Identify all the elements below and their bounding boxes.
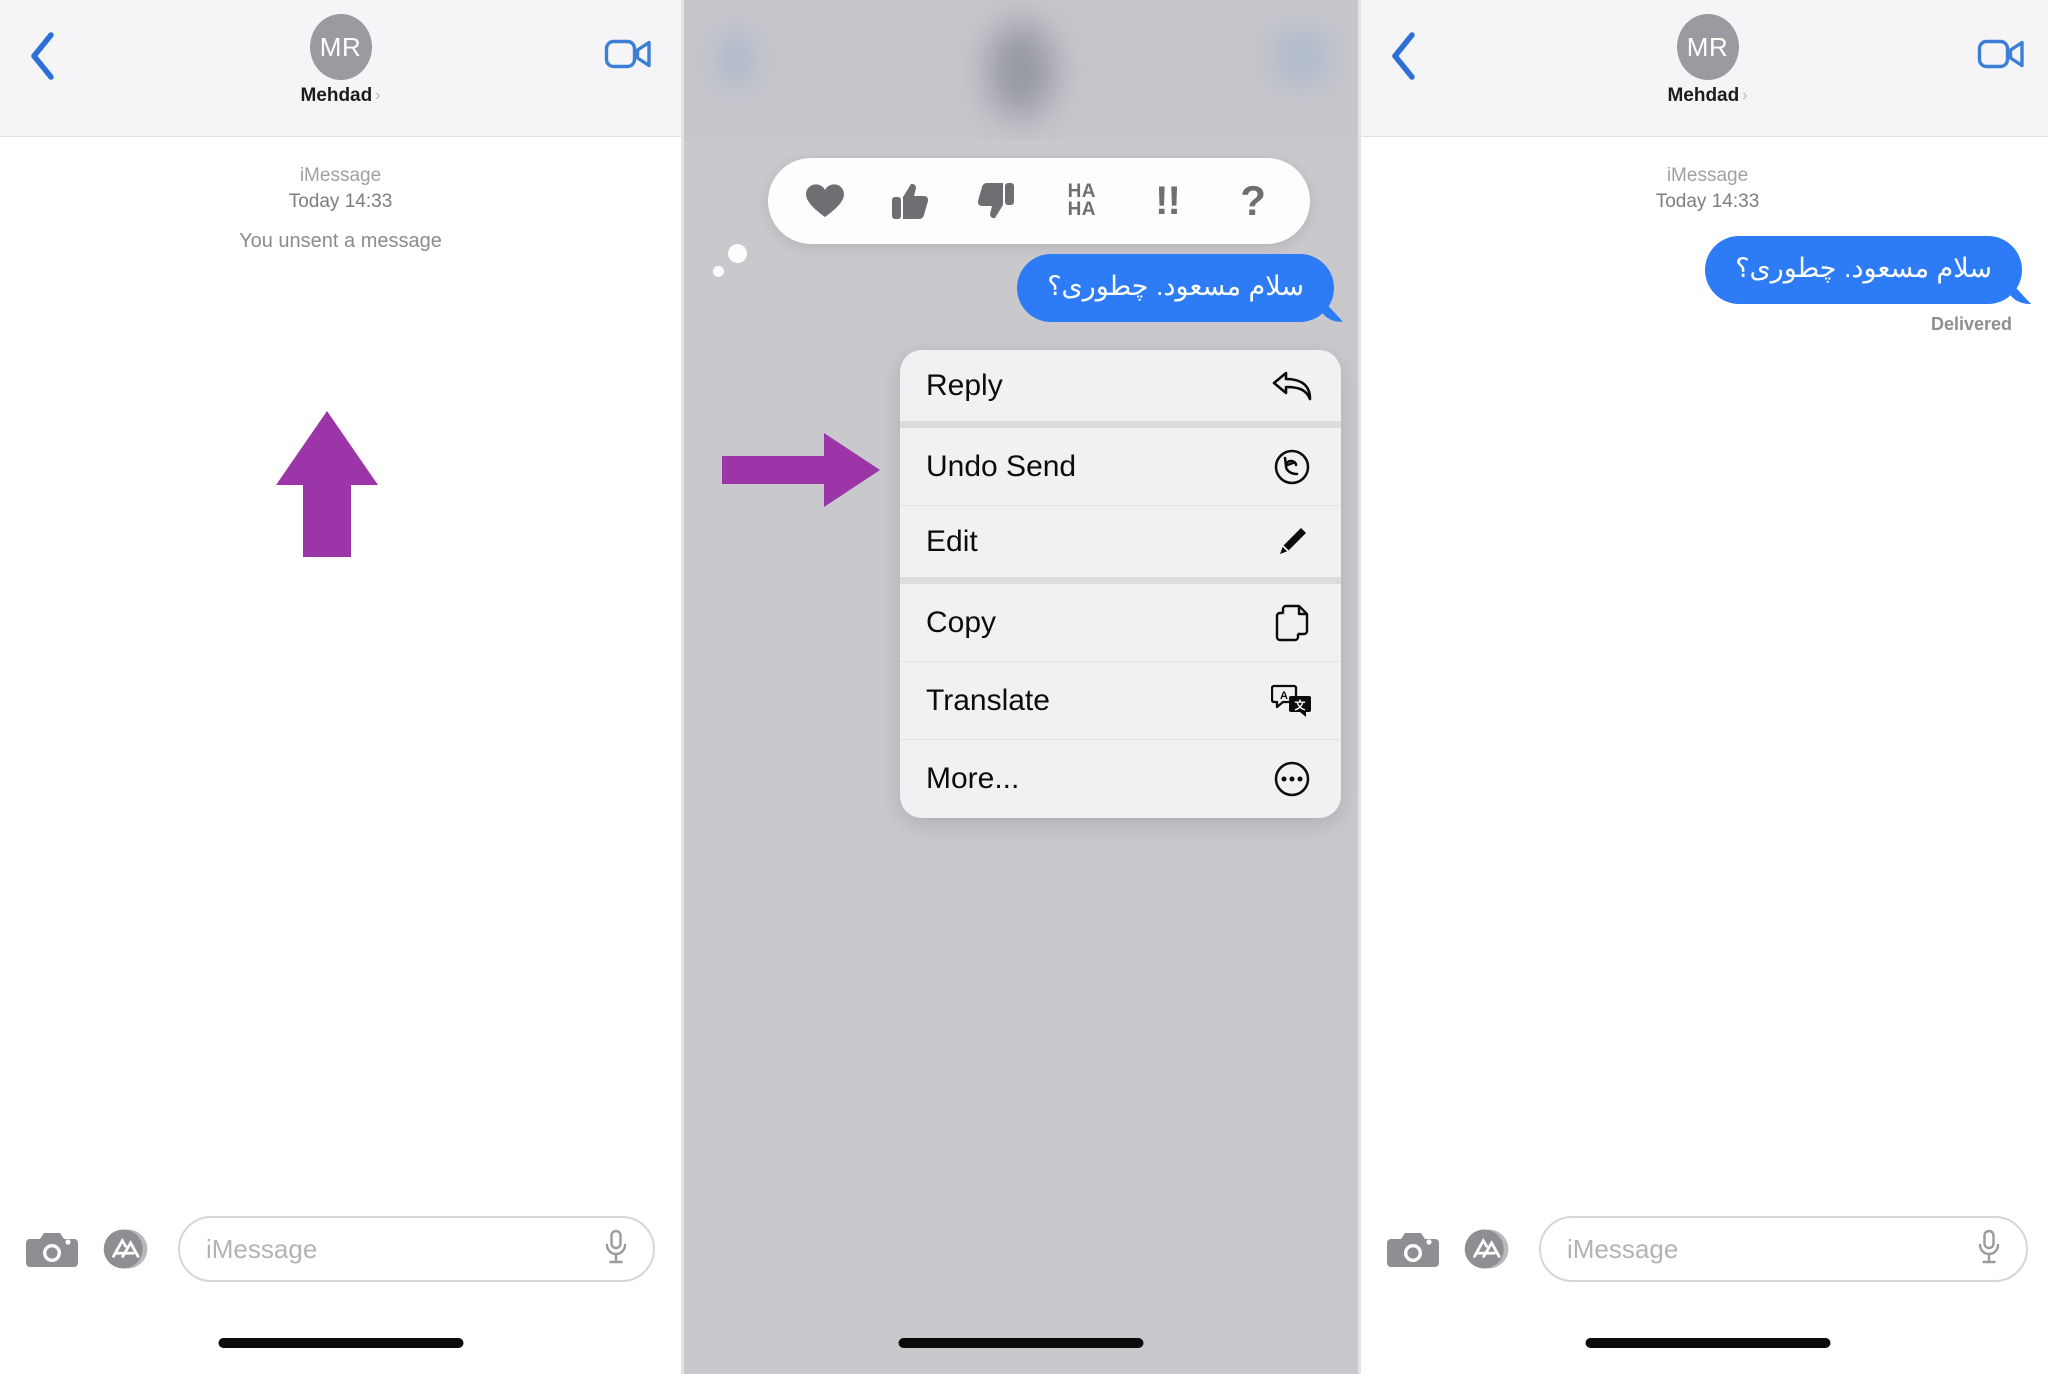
translate-icon: A 文 <box>1269 678 1315 724</box>
contact-header[interactable]: MR Mehdad › <box>0 14 681 107</box>
context-menu-item-more[interactable]: More... <box>900 740 1341 818</box>
blurred-back-button <box>716 30 756 88</box>
message-bubble[interactable]: سلام مسعود. چطوری؟ <box>1705 236 2022 305</box>
reaction-tail-dot-small <box>713 266 724 277</box>
ellipsis-circle-icon <box>1269 756 1315 802</box>
exclamation-reaction-button[interactable]: !! <box>1136 170 1198 232</box>
blurred-nav-bar <box>684 0 1358 140</box>
panel-context-menu: HA HA !! ? سلام مسعود. چطوری؟ Reply Undo… <box>684 0 1358 1374</box>
timestamp: Today 14:33 <box>288 190 393 212</box>
avatar: MR <box>309 14 372 80</box>
thumbs-down-reaction-button[interactable] <box>965 170 1027 232</box>
message-context-menu: Reply Undo Send Edit Copy Translate A 文 … <box>900 350 1341 818</box>
haha-line-2: HA <box>1067 199 1097 220</box>
contact-name-row: Mehdad › <box>300 85 380 107</box>
annotation-arrow-right <box>720 430 882 510</box>
context-menu-item-translate[interactable]: Translate A 文 <box>900 662 1341 740</box>
camera-icon[interactable] <box>1387 1223 1439 1275</box>
message-meta: iMessage Today 14:33 <box>0 163 681 214</box>
context-menu-item-edit[interactable]: Edit <box>900 506 1341 584</box>
home-indicator <box>1585 1338 1830 1348</box>
delivery-status: Delivered <box>1930 314 2012 335</box>
message-input-placeholder: iMessage <box>1567 1233 1679 1264</box>
timestamp: Today 14:33 <box>1655 190 1760 212</box>
context-menu-label-reply: Reply <box>926 368 1003 402</box>
focused-message-bubble-wrap: سلام مسعود. چطوری؟ <box>1017 254 1334 322</box>
home-indicator <box>218 1338 463 1348</box>
contact-name: Mehdad <box>1667 85 1740 106</box>
context-menu-label-undo-send: Undo Send <box>926 449 1077 483</box>
context-menu-item-reply[interactable]: Reply <box>900 350 1341 428</box>
chevron-right-icon: › <box>375 87 381 104</box>
heart-reaction-button[interactable] <box>794 170 856 232</box>
undo-circle-icon <box>1269 444 1315 490</box>
question-reaction-button[interactable]: ? <box>1222 170 1284 232</box>
context-menu-label-translate: Translate <box>926 683 1050 717</box>
microphone-icon[interactable] <box>1976 1229 2002 1270</box>
context-menu-item-undo-send[interactable]: Undo Send <box>900 428 1341 506</box>
tapback-reaction-bar: HA HA !! ? <box>768 158 1310 244</box>
context-menu-label-more: More... <box>926 762 1020 795</box>
facetime-button[interactable] <box>1974 30 2028 82</box>
facetime-button[interactable] <box>601 30 655 82</box>
message-row: سلام مسعود. چطوری؟ <box>1361 236 2048 305</box>
haha-reaction-button[interactable]: HA HA <box>1051 170 1113 232</box>
microphone-icon[interactable] <box>603 1229 629 1270</box>
service-label: iMessage <box>299 165 382 186</box>
message-input-field[interactable]: iMessage <box>178 1216 655 1282</box>
thumbs-up-reaction-button[interactable] <box>879 170 941 232</box>
message-input-field[interactable]: iMessage <box>1539 1216 2028 1282</box>
contact-name-row: Mehdad › <box>1667 85 1747 107</box>
message-input-bar: iMessage <box>1361 1210 2048 1288</box>
svg-text:文: 文 <box>1295 698 1307 712</box>
message-meta: iMessage Today 14:33 <box>1361 163 2048 214</box>
pencil-icon <box>1269 519 1315 565</box>
nav-bar: MR Mehdad › <box>0 0 681 137</box>
message-input-placeholder: iMessage <box>206 1233 318 1264</box>
contact-name: Mehdad <box>300 85 373 106</box>
three-panel-tutorial-screenshot: MR Mehdad › iMessage Today 14:33 You uns… <box>0 0 2048 1374</box>
reply-arrow-icon <box>1269 363 1315 409</box>
context-menu-label-edit: Edit <box>926 524 978 558</box>
video-camera-icon <box>604 36 652 77</box>
reaction-tail-dot-large <box>728 244 747 263</box>
avatar: MR <box>1676 14 1739 80</box>
blurred-facetime-button <box>1274 30 1328 84</box>
home-indicator <box>898 1338 1144 1348</box>
message-input-bar: iMessage <box>0 1210 681 1288</box>
video-camera-icon <box>1977 36 2025 77</box>
context-menu-item-copy[interactable]: Copy <box>900 584 1341 662</box>
service-label: iMessage <box>1666 165 1749 186</box>
contact-header[interactable]: MR Mehdad › <box>1361 14 2048 107</box>
conversation-area: iMessage Today 14:33 You unsent a messag… <box>0 137 681 1374</box>
nav-bar: MR Mehdad › <box>1361 0 2048 137</box>
annotation-arrow-up <box>272 409 382 559</box>
panel-after-unsend: MR Mehdad › iMessage Today 14:33 You uns… <box>0 0 681 1374</box>
panel-delivered: MR Mehdad › iMessage Today 14:33 سلام مس… <box>1361 0 2048 1374</box>
svg-text:A: A <box>1280 690 1288 702</box>
message-bubble[interactable]: سلام مسعود. چطوری؟ <box>1017 254 1334 322</box>
app-store-icon[interactable] <box>100 1223 152 1275</box>
conversation-area: iMessage Today 14:33 سلام مسعود. چطوری؟ … <box>1361 137 2048 1374</box>
unsent-status-text: You unsent a message <box>239 230 442 253</box>
context-menu-label-copy: Copy <box>926 605 997 639</box>
blurred-avatar <box>987 22 1055 118</box>
app-store-icon[interactable] <box>1461 1223 1513 1275</box>
camera-icon[interactable] <box>26 1223 78 1275</box>
copy-documents-icon <box>1269 600 1315 646</box>
chevron-right-icon: › <box>1742 87 1748 104</box>
